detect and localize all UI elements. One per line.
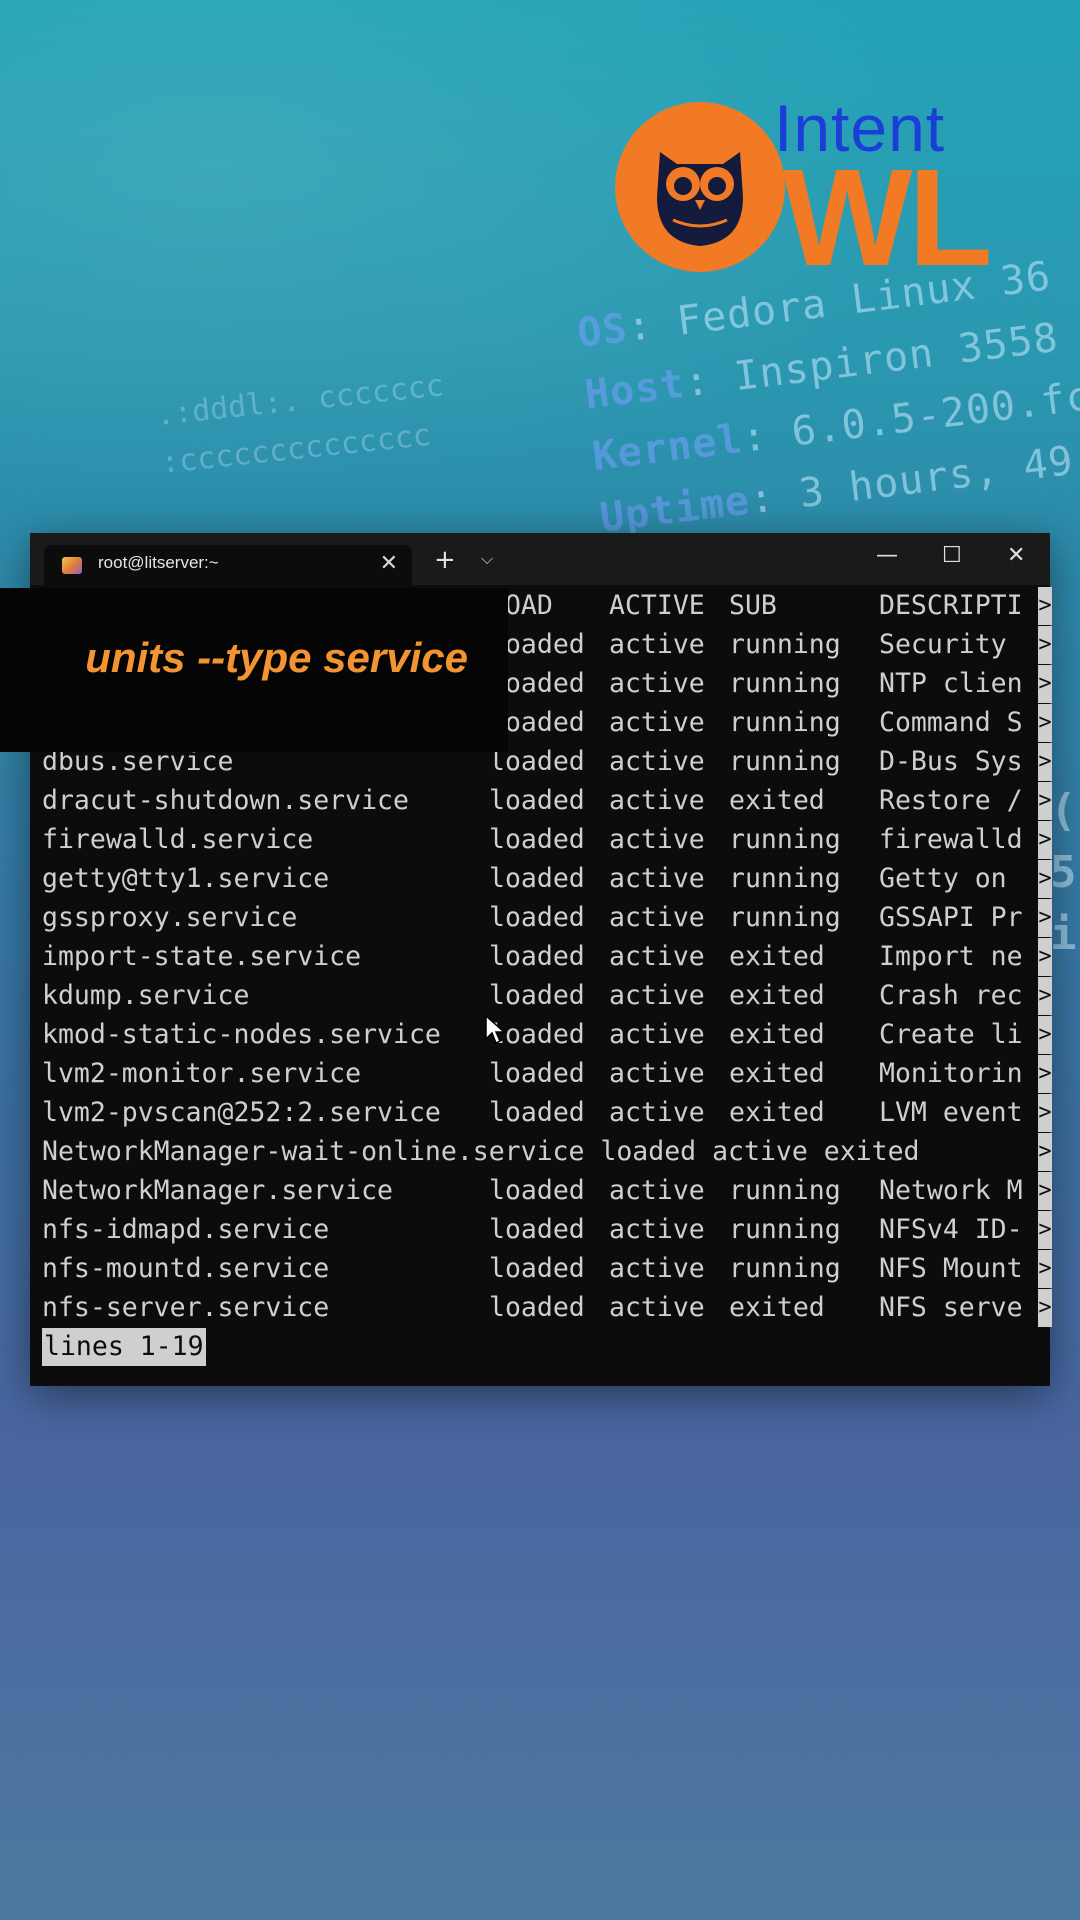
table-row: import-state.service loaded active exite…: [42, 941, 1023, 972]
header-description: DESCRIPTI: [879, 590, 1023, 621]
mouse-cursor-icon: [485, 1015, 506, 1045]
close-window-icon[interactable]: ✕: [1007, 543, 1025, 568]
truncation-marker: >: [1038, 1133, 1052, 1171]
truncation-marker: >: [1038, 1055, 1052, 1093]
truncation-marker: >: [1038, 1094, 1052, 1132]
truncation-marker: >: [1038, 1016, 1052, 1054]
tab-title: root@litserver:~: [98, 553, 219, 572]
truncation-marker: >: [1038, 821, 1052, 859]
truncation-marker: >: [1038, 704, 1052, 742]
terminal-tab[interactable]: root@litserver:~ ✕: [44, 545, 412, 585]
terminal-titlebar[interactable]: root@litserver:~ ✕ + ⌵ — ☐ ✕: [30, 533, 1050, 585]
truncation-marker: >: [1038, 782, 1052, 820]
pager-status: lines 1-19: [42, 1328, 206, 1366]
close-tab-icon[interactable]: ✕: [380, 551, 398, 576]
truncation-marker: >: [1038, 587, 1052, 625]
background-side-text: (5 i: [1050, 785, 1077, 960]
truncation-marker: >: [1038, 1250, 1052, 1288]
logo-circle: [615, 102, 785, 272]
table-row: dracut-shutdown.service loaded active ex…: [42, 785, 1023, 816]
table-row: firewalld.service loaded active running …: [42, 824, 1023, 855]
owl-icon: [657, 152, 743, 246]
header-sub: SUB: [729, 590, 777, 621]
intent-owl-logo: Intent WL: [612, 91, 1032, 288]
logo-word-wl: WL: [782, 141, 993, 295]
truncation-marker: >: [1038, 1211, 1052, 1249]
table-row: nfs-mountd.service loaded active running…: [42, 1253, 1023, 1284]
truncation-marker: >: [1038, 1289, 1052, 1327]
table-row: getty@tty1.service loaded active running…: [42, 863, 1007, 894]
table-row: NetworkManager.service loaded active run…: [42, 1175, 1023, 1206]
caption-text: units --type service: [85, 634, 468, 681]
table-row: nfs-idmapd.service loaded active running…: [42, 1214, 1023, 1245]
caption-banner: units --type service: [0, 588, 508, 752]
truncation-marker: >: [1038, 977, 1052, 1015]
truncation-marker: >: [1038, 860, 1052, 898]
maximize-icon[interactable]: ☐: [942, 543, 962, 568]
truncation-marker: >: [1038, 899, 1052, 937]
header-active: ACTIVE: [609, 590, 705, 621]
table-row: kdump.service loaded active exited Crash…: [42, 980, 1023, 1011]
table-row: nfs-server.service loaded active exited …: [42, 1292, 1023, 1323]
truncation-marker: >: [1038, 626, 1052, 664]
chevron-down-icon[interactable]: ⌵: [481, 549, 493, 569]
table-row: lvm2-monitor.service loaded active exite…: [42, 1058, 1023, 1089]
table-row: lvm2-pvscan@252:2.service loaded active …: [42, 1097, 1023, 1128]
truncation-marker: >: [1038, 938, 1052, 976]
truncation-marker: >: [1038, 665, 1052, 703]
table-row: gssproxy.service loaded active running G…: [42, 902, 1023, 933]
truncation-marker: >: [1038, 1172, 1052, 1210]
truncation-marker: >: [1038, 743, 1052, 781]
table-row-long: NetworkManager-wait-online.service loade…: [42, 1136, 920, 1167]
new-tab-button[interactable]: +: [434, 545, 456, 575]
terminal-app-icon: [62, 557, 82, 574]
minimize-icon[interactable]: —: [876, 543, 898, 568]
table-row: kmod-static-nodes.service loaded active …: [42, 1019, 1023, 1050]
